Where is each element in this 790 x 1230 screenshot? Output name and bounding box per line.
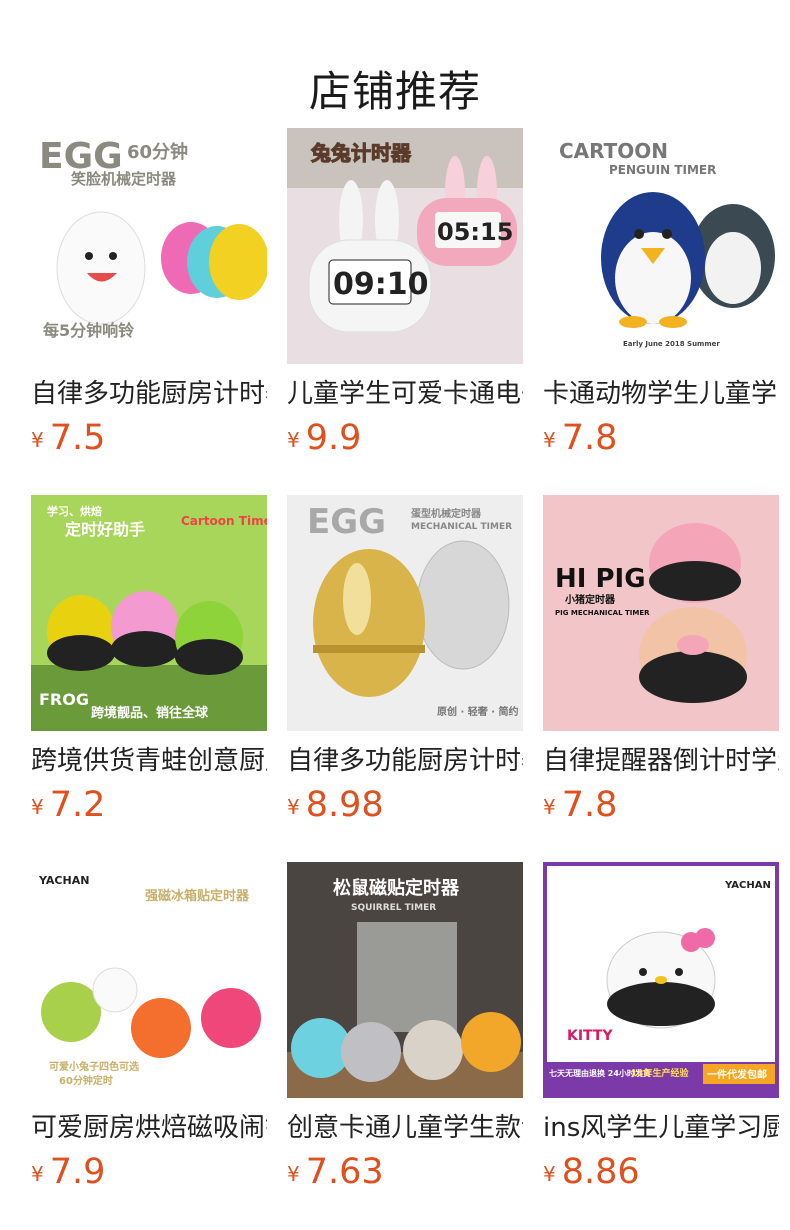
image-caption: 可爱小兔子四色可选 xyxy=(49,1060,139,1073)
image-caption: Cartoon Timer xyxy=(181,514,267,528)
product-name[interactable]: 自律提醒器倒计时学生计时器 xyxy=(543,743,779,779)
image-caption: SQUIRREL TIMER xyxy=(351,903,436,913)
price-value: 7.5 xyxy=(49,418,106,458)
product-card[interactable]: 学习、烘焙 定时好助手 Cartoon Timer FROG 跨境靓品、销往全球… xyxy=(31,495,267,862)
price-value: 7.8 xyxy=(561,418,618,458)
image-caption: CARTOON xyxy=(559,139,668,163)
product-name[interactable]: 可爱厨房烘焙磁吸闹钟计时器 xyxy=(31,1110,267,1146)
product-card[interactable]: HI PIG 小猪定时器 PIG MECHANICAL TIMER 自律提醒器倒… xyxy=(543,495,779,862)
product-card[interactable]: CARTOON PENGUIN TIMER Early June 2018 Su… xyxy=(543,128,779,495)
image-caption: 松鼠磁贴定时器 xyxy=(333,877,460,899)
product-name[interactable]: 自律多功能厨房计时器 xyxy=(287,743,523,779)
product-name[interactable]: 跨境供货青蛙创意厨房计时器 xyxy=(31,743,267,779)
image-caption: 蛋型机械定时器 xyxy=(411,507,482,520)
price-value: 7.63 xyxy=(305,1152,384,1192)
image-caption: YACHAN xyxy=(724,880,771,891)
frog-timer-icon: 学习、烘焙 定时好助手 Cartoon Timer FROG 跨境靓品、销往全球 xyxy=(31,495,267,731)
penguin-timer-icon: CARTOON PENGUIN TIMER Early June 2018 Su… xyxy=(543,128,779,364)
product-image[interactable]: EGG 蛋型机械定时器 MECHANICAL TIMER 原创 · 轻奢 · 简… xyxy=(287,495,523,731)
product-image[interactable]: YACHAN KITTY 七天无理由退换 24小时发货 13年生产经验 一件代发… xyxy=(543,862,779,1098)
pig-timer-icon: HI PIG 小猪定时器 PIG MECHANICAL TIMER xyxy=(543,495,779,731)
price-value: 8.86 xyxy=(561,1152,640,1192)
product-image[interactable]: EGG 60分钟 笑脸机械定时器 每5分钟响铃 xyxy=(31,128,267,364)
kitty-timer-icon: YACHAN KITTY 七天无理由退换 24小时发货 13年生产经验 一件代发… xyxy=(543,862,779,1098)
image-caption: 学习、烘焙 xyxy=(47,504,102,518)
image-caption: 60分钟定时 xyxy=(59,1074,113,1087)
image-caption: FROG xyxy=(39,690,89,709)
product-name[interactable]: 卡通动物学生儿童学习计时器 xyxy=(543,376,779,412)
image-caption: 定时好助手 xyxy=(64,520,145,539)
currency-symbol: ¥ xyxy=(287,795,300,819)
currency-symbol: ¥ xyxy=(31,428,44,452)
currency-symbol: ¥ xyxy=(31,795,44,819)
image-caption: PENGUIN TIMER xyxy=(609,163,716,177)
squirrel-timer-icon: 松鼠磁贴定时器 SQUIRREL TIMER xyxy=(287,862,523,1098)
image-caption: 05:15 xyxy=(437,218,513,246)
price-value: 7.8 xyxy=(561,785,618,825)
price-value: 7.2 xyxy=(49,785,106,825)
image-caption: 原创 · 轻奢 · 简约 xyxy=(437,705,519,718)
image-caption: KITTY xyxy=(567,1028,613,1044)
price-value: 7.9 xyxy=(49,1152,106,1192)
product-price: ¥7.63 xyxy=(287,1150,523,1200)
product-price: ¥7.2 xyxy=(31,783,267,833)
product-name[interactable]: ins风学生儿童学习厨房计时器 xyxy=(543,1110,779,1146)
bunny-timer-icon: 兔兔计时器 05:15 09:10 xyxy=(287,128,523,364)
egg-timer-smiley-icon: EGG 60分钟 笑脸机械定时器 每5分钟响铃 xyxy=(31,128,267,364)
product-image[interactable]: 松鼠磁贴定时器 SQUIRREL TIMER xyxy=(287,862,523,1098)
product-price: ¥7.8 xyxy=(543,783,779,833)
image-caption: 09:10 xyxy=(333,267,429,302)
product-price: ¥7.5 xyxy=(31,416,267,466)
currency-symbol: ¥ xyxy=(287,428,300,452)
image-caption: 兔兔计时器 xyxy=(310,141,412,165)
product-name[interactable]: 创意卡通儿童学生款计时器 xyxy=(287,1110,523,1146)
product-price: ¥9.9 xyxy=(287,416,523,466)
image-caption: HI PIG xyxy=(555,564,646,594)
product-card[interactable]: 兔兔计时器 05:15 09:10 儿童学生可爱卡通电子计时器 ¥9.9 xyxy=(287,128,523,495)
product-price: ¥8.86 xyxy=(543,1150,779,1200)
product-card[interactable]: YACHAN 强磁冰箱贴定时器 可爱小兔子四色可选 60分钟定时 可爱厨房烘焙磁… xyxy=(31,862,267,1229)
image-caption: Early June 2018 Summer xyxy=(623,340,720,348)
image-caption: PIG MECHANICAL TIMER xyxy=(555,609,650,617)
product-image[interactable]: YACHAN 强磁冰箱贴定时器 可爱小兔子四色可选 60分钟定时 xyxy=(31,862,267,1098)
currency-symbol: ¥ xyxy=(543,1162,556,1186)
product-image[interactable]: 兔兔计时器 05:15 09:10 xyxy=(287,128,523,364)
product-price: ¥7.8 xyxy=(543,416,779,466)
product-name[interactable]: 自律多功能厨房计时器 xyxy=(31,376,267,412)
bunny-magnet-timer-icon: YACHAN 强磁冰箱贴定时器 可爱小兔子四色可选 60分钟定时 xyxy=(31,862,267,1098)
product-card[interactable]: YACHAN KITTY 七天无理由退换 24小时发货 13年生产经验 一件代发… xyxy=(543,862,779,1229)
currency-symbol: ¥ xyxy=(543,428,556,452)
image-caption: YACHAN xyxy=(38,874,89,887)
product-card[interactable]: EGG 蛋型机械定时器 MECHANICAL TIMER 原创 · 轻奢 · 简… xyxy=(287,495,523,862)
image-caption: 笑脸机械定时器 xyxy=(71,170,177,188)
product-price: ¥8.98 xyxy=(287,783,523,833)
currency-symbol: ¥ xyxy=(287,1162,300,1186)
product-image[interactable]: HI PIG 小猪定时器 PIG MECHANICAL TIMER xyxy=(543,495,779,731)
metal-egg-timer-icon: EGG 蛋型机械定时器 MECHANICAL TIMER 原创 · 轻奢 · 简… xyxy=(287,495,523,731)
image-caption: MECHANICAL TIMER xyxy=(411,522,512,532)
image-caption: EGG xyxy=(307,502,386,542)
image-caption: 一件代发包邮 xyxy=(707,1068,767,1081)
price-value: 8.98 xyxy=(305,785,384,825)
image-caption: 强磁冰箱贴定时器 xyxy=(145,888,250,904)
image-caption: 60分钟 xyxy=(127,141,188,163)
product-price: ¥7.9 xyxy=(31,1150,267,1200)
currency-symbol: ¥ xyxy=(31,1162,44,1186)
image-caption: 13年生产经验 xyxy=(631,1067,690,1079)
image-caption: 每5分钟响铃 xyxy=(43,321,134,340)
product-image[interactable]: CARTOON PENGUIN TIMER Early June 2018 Su… xyxy=(543,128,779,364)
image-caption: 跨境靓品、销往全球 xyxy=(91,705,209,721)
product-card[interactable]: 松鼠磁贴定时器 SQUIRREL TIMER 创意卡通儿童学生款计时器 ¥7.6… xyxy=(287,862,523,1229)
product-card[interactable]: EGG 60分钟 笑脸机械定时器 每5分钟响铃 自律多功能厨房计时器 ¥7.5 xyxy=(31,128,267,495)
image-caption: 小猪定时器 xyxy=(564,593,616,606)
product-image[interactable]: 学习、烘焙 定时好助手 Cartoon Timer FROG 跨境靓品、销往全球 xyxy=(31,495,267,731)
product-name[interactable]: 儿童学生可爱卡通电子计时器 xyxy=(287,376,523,412)
shop-recommendation-page: 店铺推荐 EGG 60分钟 笑脸机械定时器 每5分钟响铃 自律多功能厨房计时器 … xyxy=(0,0,790,1230)
currency-symbol: ¥ xyxy=(543,795,556,819)
page-title: 店铺推荐 xyxy=(308,67,481,117)
product-grid: EGG 60分钟 笑脸机械定时器 每5分钟响铃 自律多功能厨房计时器 ¥7.5 xyxy=(31,128,781,1229)
price-value: 9.9 xyxy=(305,418,362,458)
